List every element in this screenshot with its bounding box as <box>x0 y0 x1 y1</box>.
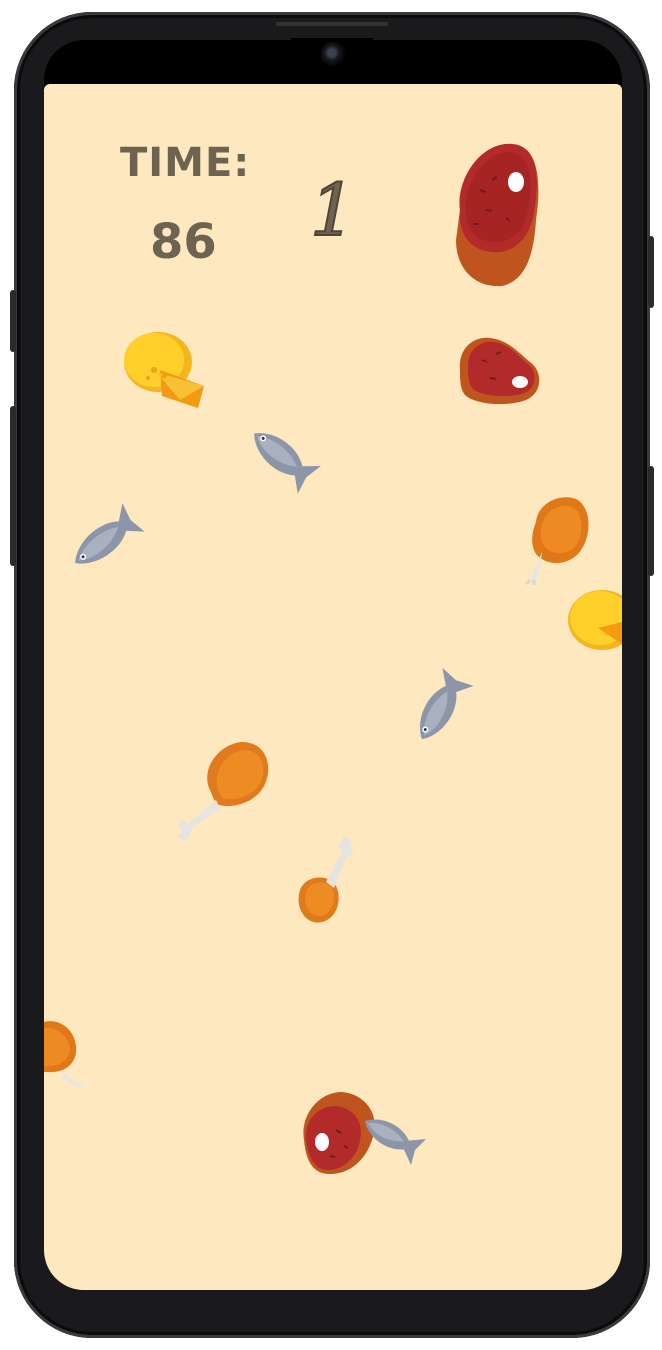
time-value: 86 <box>150 214 217 270</box>
volume-down-button <box>10 406 16 566</box>
time-label: TIME: <box>120 140 251 186</box>
fish-icon[interactable] <box>240 416 322 496</box>
fish-icon[interactable] <box>62 500 148 582</box>
fish-icon[interactable] <box>360 1108 432 1170</box>
volume-up-button <box>10 290 16 352</box>
alert-slider <box>648 466 654 576</box>
steak-icon[interactable] <box>456 334 544 406</box>
front-camera-icon <box>321 42 345 66</box>
fish-icon[interactable] <box>402 660 478 756</box>
earpiece-speaker <box>276 22 388 26</box>
drumstick-icon[interactable] <box>170 740 274 846</box>
cheese-icon[interactable] <box>568 588 622 654</box>
roast-chicken-icon[interactable] <box>44 1014 90 1090</box>
score-counter: 1 <box>309 167 357 253</box>
steak-icon[interactable] <box>450 140 542 290</box>
power-button <box>648 236 654 308</box>
roast-chicken-icon[interactable] <box>522 492 592 586</box>
cheese-icon[interactable] <box>120 330 210 412</box>
drumstick-icon[interactable] <box>290 830 362 926</box>
